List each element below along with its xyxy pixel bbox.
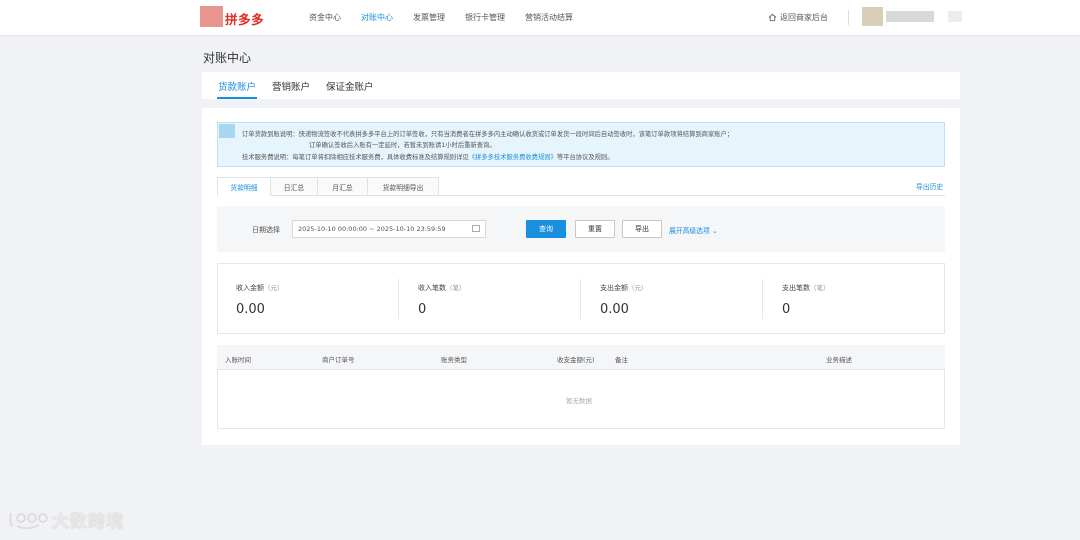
column-header-amount: 收支金额(元) (557, 356, 595, 364)
tab-payment-account[interactable]: 货款账户 (218, 79, 256, 93)
detail-tabs: 货款明细 日汇总 月汇总 货款明细导出 (217, 177, 439, 196)
brand-logo-text[interactable]: 拼多多 (225, 9, 264, 28)
advanced-options-toggle[interactable]: 展开高级选项 ⌄ (669, 225, 718, 235)
watermark-logo-icon (9, 512, 48, 529)
watermark: 大数跨境 (8, 507, 124, 532)
account-tabs-bar (202, 72, 960, 99)
column-header-transaction-type: 账务类型 (441, 356, 467, 364)
export-button[interactable]: 导出 (622, 220, 662, 238)
stat-expense-count-label: 支出笔数（笔） (782, 282, 830, 293)
stat-expense-count-value: 0 (782, 302, 791, 317)
stat-divider (398, 279, 399, 319)
stat-unit: （笔） (446, 284, 466, 292)
tab-details-export[interactable]: 货款明细导出 (368, 177, 439, 196)
watermark-text: 大数跨境 (52, 512, 124, 532)
nav-item-funds-center[interactable]: 资金中心 (309, 12, 341, 23)
username-redacted[interactable] (886, 11, 934, 22)
stat-expense-amount-value: 0.00 (600, 302, 629, 317)
nav-item-invoice-management[interactable]: 发票管理 (413, 12, 445, 23)
notice-line-3-suffix: 等平台协议及规则。 (556, 154, 614, 161)
date-range-input[interactable]: 2025-10-10 00:00:00 ~ 2025-10-10 23:59:5… (292, 220, 486, 238)
stat-expense-amount-label: 支出金额（元） (600, 282, 648, 293)
column-header-merchant-order-no: 商户订单号 (322, 356, 355, 364)
stat-label-text: 收入金额 (236, 284, 264, 292)
stat-divider (762, 279, 763, 319)
tab-marketing-account[interactable]: 营销账户 (272, 79, 310, 93)
calendar-icon[interactable] (472, 225, 480, 232)
notice-line-3: 技术服务费说明：每笔订单将扣除相应技术服务费，具体收费标准及结算规则详见《拼多多… (242, 152, 614, 161)
page-title: 对账中心 (203, 51, 252, 65)
tab-payment-details[interactable]: 货款明细 (217, 177, 271, 196)
notice-line-3-text: 技术服务费说明：每笔订单将扣除相应技术服务费，具体收费标准及结算规则详见 (242, 154, 469, 161)
stat-divider (580, 279, 581, 319)
stat-income-amount-label: 收入金额（元） (236, 282, 284, 293)
stat-income-count-value: 0 (418, 302, 427, 317)
stat-label-text: 支出金额 (600, 284, 628, 292)
empty-state-text: 暂无数据 (566, 397, 592, 405)
date-label: 日期选择 (252, 226, 280, 234)
stat-unit: （笔） (810, 284, 830, 292)
header-divider (848, 10, 849, 25)
tab-daily-summary[interactable]: 日汇总 (271, 177, 318, 196)
nav-item-marketing-settlement[interactable]: 营销活动结算 (525, 12, 573, 23)
home-icon (768, 13, 777, 22)
service-fee-rules-link[interactable]: 《拼多多技术服务费收费规则》 (469, 154, 557, 161)
stat-income-amount-value: 0.00 (236, 302, 265, 317)
nav-item-reconciliation-center[interactable]: 对账中心 (361, 12, 393, 23)
back-to-merchant-label: 返回商家后台 (780, 13, 828, 22)
column-header-posting-time: 入账时间 (225, 356, 251, 364)
stat-income-count-label: 收入笔数（笔） (418, 282, 466, 293)
header-menu-redacted[interactable] (948, 11, 962, 22)
summary-stats (217, 263, 945, 334)
notice-icon (219, 124, 235, 138)
column-header-remarks: 备注 (615, 356, 628, 364)
main-nav: 资金中心 对账中心 发票管理 银行卡管理 营销活动结算 (309, 12, 593, 23)
advanced-options-label: 展开高级选项 (669, 227, 710, 235)
nav-item-bank-card-management[interactable]: 银行卡管理 (465, 12, 505, 23)
tab-deposit-account[interactable]: 保证金账户 (326, 79, 374, 93)
back-to-merchant-link[interactable]: 返回商家后台 (768, 12, 828, 23)
tabs-divider (439, 195, 945, 196)
column-header-business-description: 业务描述 (826, 356, 852, 364)
query-button[interactable]: 查询 (526, 220, 566, 238)
reset-button[interactable]: 重置 (575, 220, 615, 238)
stat-label-text: 支出笔数 (782, 284, 810, 292)
stat-unit: （元） (628, 284, 648, 292)
stat-unit: （元） (264, 284, 284, 292)
active-tab-indicator (217, 97, 257, 99)
avatar[interactable] (862, 7, 883, 26)
export-history-link[interactable]: 导出历史 (916, 181, 943, 191)
notice-line-2: 订单确认签收后入账有一定延时，若暂未到账请1小时后重新查询。 (309, 142, 496, 149)
notice-line-1: 订单货款到账说明：快递物流签收不代表拼多多平台上的订单签收，只有当消费者在拼多多… (242, 131, 734, 138)
tab-monthly-summary[interactable]: 月汇总 (318, 177, 368, 196)
logo-mark[interactable] (200, 6, 223, 27)
stat-label-text: 收入笔数 (418, 284, 446, 292)
chevron-down-icon: ⌄ (711, 227, 718, 235)
